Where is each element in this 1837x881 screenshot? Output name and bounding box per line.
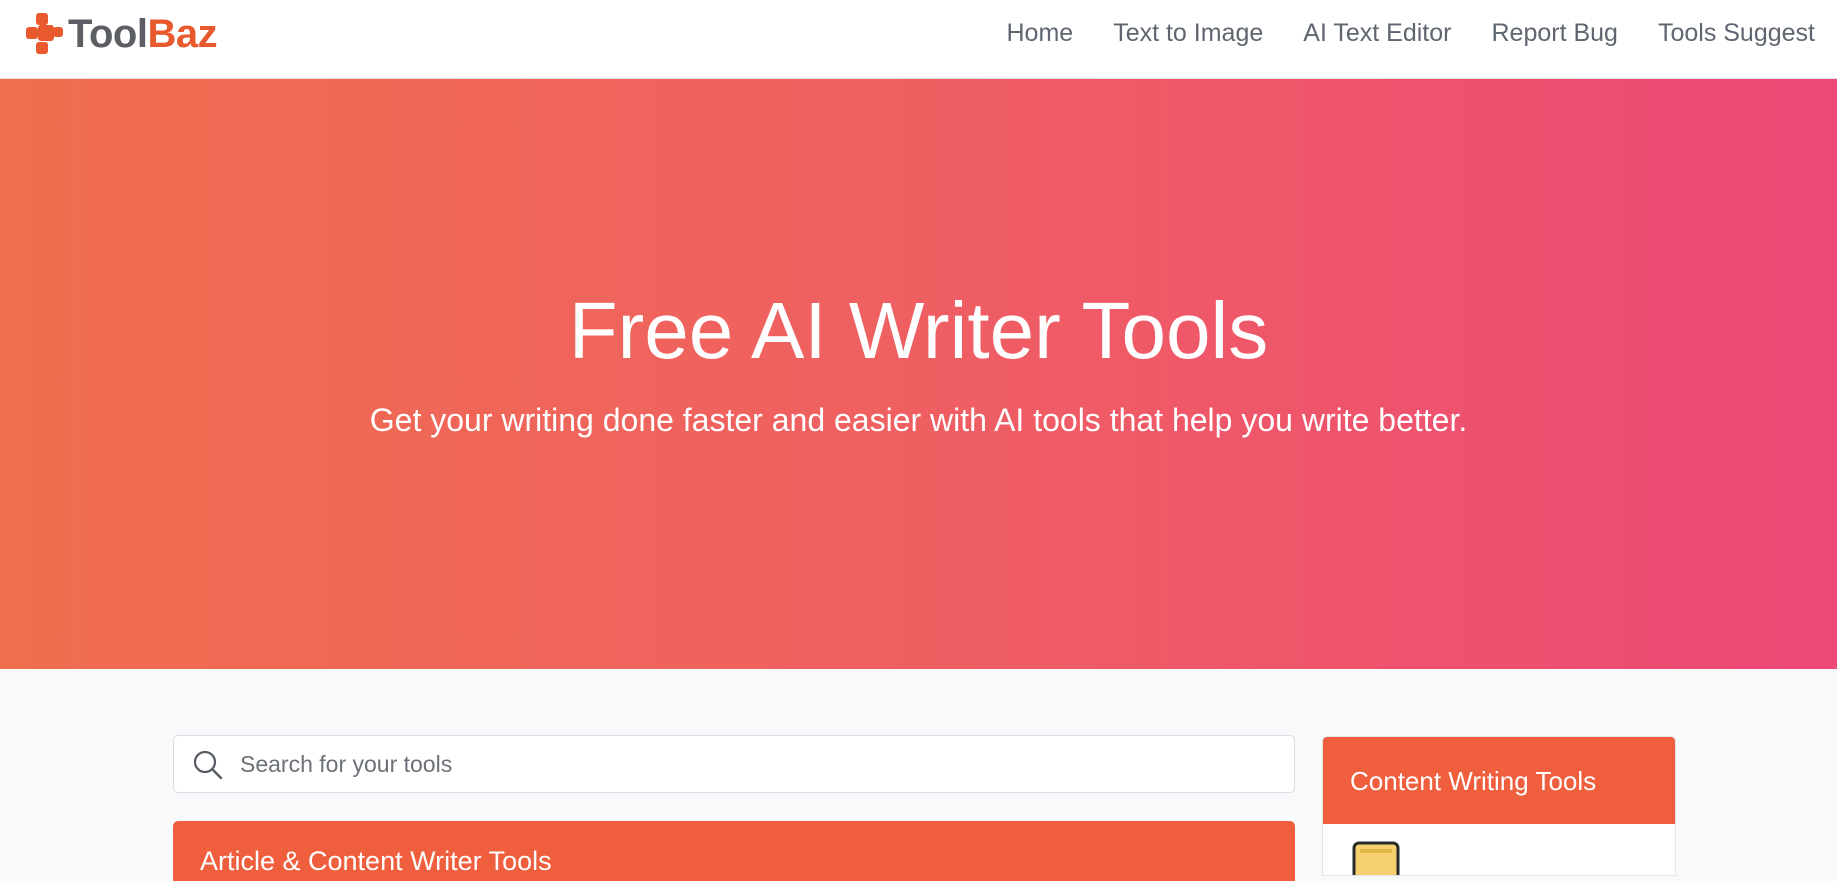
search-icon <box>193 750 223 780</box>
nav-link-home[interactable]: Home <box>1007 19 1074 48</box>
sidebar-card: Content Writing Tools <box>1322 736 1676 876</box>
nav-link-report-bug[interactable]: Report Bug <box>1491 19 1617 48</box>
section-header-title: Article & Content Writer Tools <box>200 846 552 876</box>
hero-title: Free AI Writer Tools <box>568 286 1269 375</box>
top-navbar: ToolBaz Home Text to Image AI Text Edito… <box>0 0 1837 79</box>
sidebar-card-title: Content Writing Tools <box>1350 766 1597 796</box>
notepad-icon[interactable] <box>1351 841 1403 876</box>
nav-link-tools-suggest[interactable]: Tools Suggest <box>1658 19 1815 48</box>
section-header: Article & Content Writer Tools <box>173 821 1295 881</box>
search-input[interactable] <box>240 736 1280 792</box>
hero-banner: Free AI Writer Tools Get your writing do… <box>0 79 1837 669</box>
hero-subtitle: Get your writing done faster and easier … <box>369 402 1468 438</box>
main-nav: Home Text to Image AI Text Editor Report… <box>1007 0 1816 66</box>
search-box[interactable] <box>173 735 1295 793</box>
nav-link-text-to-image[interactable]: Text to Image <box>1113 19 1263 48</box>
logo-icon <box>22 9 74 59</box>
sidebar-card-header: Content Writing Tools <box>1323 737 1675 824</box>
logo-text: ToolBaz <box>68 12 218 56</box>
site-logo[interactable]: ToolBaz <box>22 8 218 60</box>
nav-link-ai-text-editor[interactable]: AI Text Editor <box>1303 19 1451 48</box>
